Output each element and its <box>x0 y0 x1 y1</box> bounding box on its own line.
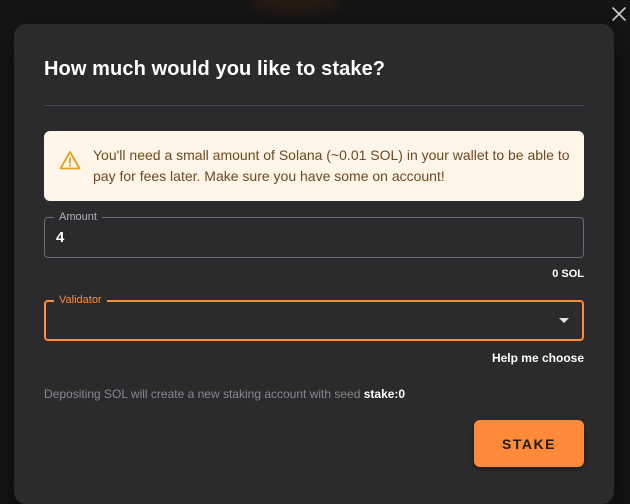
validator-label: Validator <box>54 293 107 307</box>
info-description: Depositing SOL will create a new staking… <box>44 387 361 401</box>
info-text: Depositing SOL will create a new staking… <box>44 387 405 401</box>
validator-select[interactable]: Validator <box>44 293 584 341</box>
warning-icon <box>59 150 81 170</box>
divider <box>44 105 584 106</box>
seed-value: stake:0 <box>363 387 406 401</box>
amount-input[interactable] <box>56 229 556 246</box>
backdrop-glow <box>250 0 340 12</box>
help-me-choose-link[interactable]: Help me choose <box>492 351 584 365</box>
warning-alert: You'll need a small amount of Solana (~0… <box>44 131 584 201</box>
chevron-down-icon[interactable] <box>559 318 569 323</box>
balance-text: 0 SOL <box>552 268 584 280</box>
close-icon[interactable] <box>611 6 627 22</box>
stake-modal: How much would you like to stake? You'll… <box>14 24 614 504</box>
modal-title: How much would you like to stake? <box>44 58 386 80</box>
stake-button[interactable]: STAKE <box>474 420 584 467</box>
amount-field[interactable]: Amount <box>44 210 584 258</box>
warning-text: You'll need a small amount of Solana (~0… <box>93 147 570 184</box>
amount-label: Amount <box>54 210 102 224</box>
